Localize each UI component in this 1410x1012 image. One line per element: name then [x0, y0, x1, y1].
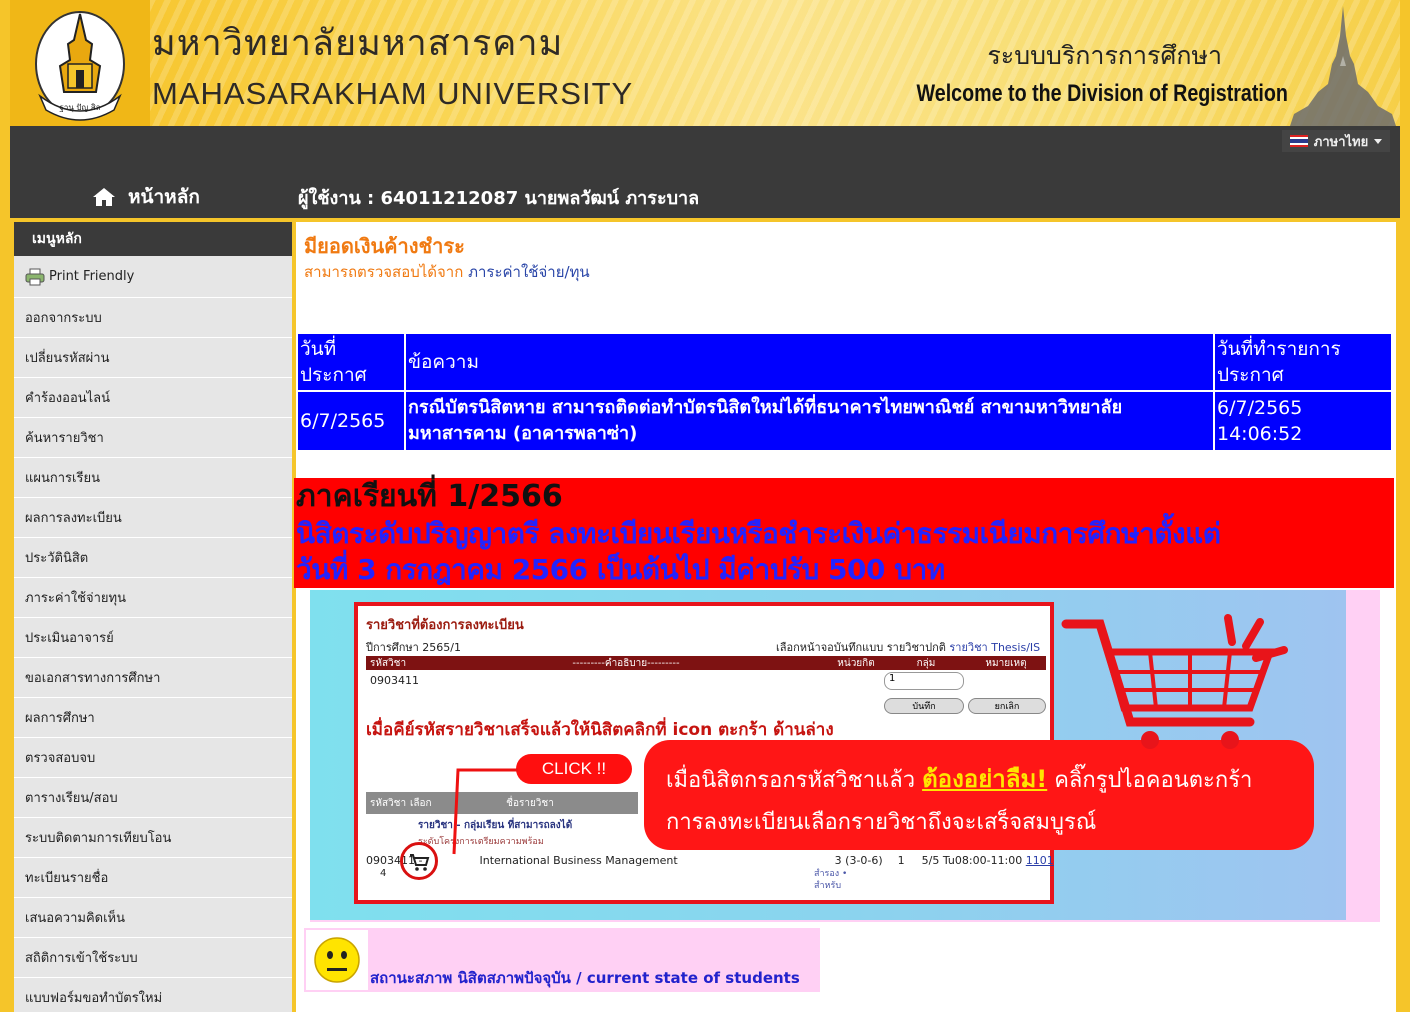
sidebar-item-expenses[interactable]: ภาระค่าใช้จ่ายทุน — [14, 578, 292, 618]
sidebar-item-timetable[interactable]: ตารางเรียน/สอบ — [14, 778, 292, 818]
registration-tutorial-image: รายวิชาที่ต้องการลงทะเบียน ปีการศึกษา 25… — [310, 590, 1380, 922]
sidebar-item-label: ค้นหารายวิชา — [25, 431, 104, 446]
home-icon — [93, 188, 115, 206]
col-header-posted: วันที่ทำรายการ ประกาศ — [1213, 332, 1393, 392]
neutral-face-icon — [306, 930, 368, 990]
sidebar-item-label: ออกจากระบบ — [25, 311, 102, 326]
language-label: ภาษาไทย — [1313, 134, 1369, 150]
student-status-box: สถานะสภาพ นิสิตสภาพปัจจุบัน / current st… — [304, 928, 820, 992]
sidebar-item-logout[interactable]: ออกจากระบบ — [14, 298, 292, 338]
outstanding-balance-note: สามารถตรวจสอบได้จาก ภาระค่าใช้จ่าย/ทุน — [304, 260, 590, 284]
tutorial-group-input: 1 — [884, 672, 964, 690]
sidebar-item-label: ประวัตินิสิต — [25, 551, 89, 566]
temple-silhouette-icon — [1288, 6, 1398, 126]
sidebar-item-label: แผนการเรียน — [25, 471, 100, 486]
sidebar-item-label: ภาระค่าใช้จ่ายทุน — [25, 591, 126, 606]
service-name-thai: ระบบบริการการศึกษา — [987, 41, 1222, 70]
sidebar-item-transfer-tracking[interactable]: ระบบติดตามการเทียบโอน — [14, 818, 292, 858]
sidebar-item-label: คำร้องออนไลน์ — [25, 391, 111, 406]
sidebar-item-new-card-form[interactable]: แบบฟอร์มขอทำบัตรใหม่ — [14, 978, 292, 1012]
col-header-message: ข้อความ — [404, 332, 1215, 392]
sidebar-item-label: เสนอความคิดเห็น — [25, 911, 125, 926]
sidebar-menu: เมนูหลัก Print Friendly ออกจากระบบ เปลี่… — [14, 222, 292, 1012]
outstanding-balance-text: สามารถตรวจสอบได้จาก — [304, 263, 464, 281]
sidebar-item-label: ผลการลงทะเบียน — [25, 511, 122, 526]
current-user: ผู้ใช้งาน : 64011212087 นายพลวัฒน์ ภาระบ… — [298, 187, 700, 209]
sidebar-title: เมนูหลัก — [14, 222, 292, 256]
sidebar-item-graduation-check[interactable]: ตรวจสอบจบ — [14, 738, 292, 778]
shopping-cart-icon — [1061, 614, 1288, 749]
sidebar-item-study-plan[interactable]: แผนการเรียน — [14, 458, 292, 498]
sidebar-item-student-profile[interactable]: ประวัตินิสิต — [14, 538, 292, 578]
semester-notice-line: นิสิตระดับปริญญาตรี ลงทะเบียนเรียนหรือชำ… — [296, 517, 1221, 550]
sidebar-item-label: เปลี่ยนรหัสผ่าน — [25, 351, 110, 366]
expenses-link[interactable]: ภาระค่าใช้จ่าย/ทุน — [468, 263, 590, 281]
semester-notice-title: ภาคเรียนที่ 1/2566 — [296, 479, 563, 514]
university-name-english: MAHASARAKHAM UNIVERSITY — [152, 76, 634, 111]
sidebar-item-online-request[interactable]: คำร้องออนไลน์ — [14, 378, 292, 418]
sidebar-item-name-list[interactable]: ทะเบียนรายชื่อ — [14, 858, 292, 898]
tutorial-options: เลือกหน้าจอบันทึกแบบ รายวิชาปกติ รายวิชา… — [776, 641, 1041, 654]
callout-pointer — [452, 768, 518, 855]
student-status-text: สถานะสภาพ นิสิตสภาพปัจจุบัน / current st… — [370, 969, 800, 987]
sidebar-item-label: ตรวจสอบจบ — [25, 751, 96, 766]
svg-text:ฐานุ ปัญ สิล: ฐานุ ปัญ สิล — [59, 103, 100, 112]
sidebar-item-label: ผลการศึกษา — [25, 711, 95, 726]
tutorial-cancel-button: ยกเลิก — [968, 698, 1046, 714]
tutorial-instruction: เมื่อคีย์รหัสรายวิชาเสร็จแล้วให้นิสิตคลิ… — [366, 720, 834, 740]
language-selector[interactable]: ภาษาไทย — [1282, 130, 1390, 152]
sidebar-item-print-friendly[interactable]: Print Friendly — [14, 256, 292, 298]
top-navigation-bar: ภาษาไทย หน้าหลัก ผู้ใช้งาน : 64011212087… — [10, 126, 1400, 218]
announcement-message: กรณีบัตรนิสิตหาย สามารถติดต่อทำบัตรนิสิต… — [404, 390, 1215, 452]
nav-row: หน้าหลัก ผู้ใช้งาน : 64011212087 นายพลวั… — [10, 176, 1400, 218]
service-welcome-english: Welcome to the Division of Registration — [916, 80, 1288, 107]
cart-icon — [410, 854, 430, 871]
reminder-bubble: เมื่อนิสิตกรอกรหัสวิชาแล้ว ต้องอย่าลืม! … — [644, 740, 1314, 850]
tutorial-reserved: สำรอง • สำหรับ — [814, 869, 848, 891]
cart-highlight-circle — [400, 842, 438, 880]
home-label: หน้าหลัก — [128, 186, 200, 208]
header-banner: ฐานุ ปัญ สิล มหาวิทยาลัยมหาสารคาม MAHASA… — [10, 0, 1400, 126]
sidebar-item-registration-result[interactable]: ผลการลงทะเบียน — [14, 498, 292, 538]
main-content: มียอดเงินค้างชำระ สามารถตรวจสอบได้จาก ภา… — [294, 222, 1396, 1012]
sidebar-item-search-course[interactable]: ค้นหารายวิชา — [14, 418, 292, 458]
sidebar-item-label: ขอเอกสารทางการศึกษา — [25, 671, 161, 686]
sidebar-item-feedback[interactable]: เสนอความคิดเห็น — [14, 898, 292, 938]
home-link[interactable]: หน้าหลัก — [92, 182, 200, 212]
outstanding-balance-title: มียอดเงินค้างชำระ — [304, 234, 465, 258]
sidebar-item-change-password[interactable]: เปลี่ยนรหัสผ่าน — [14, 338, 292, 378]
sidebar-item-label: ประเมินอาจารย์ — [25, 631, 114, 646]
announcement-header-row: วันที่ ประกาศ ข้อความ วันที่ทำรายการ ประ… — [296, 332, 1393, 392]
sidebar-item-evaluate-teacher[interactable]: ประเมินอาจารย์ — [14, 618, 292, 658]
sidebar-item-request-documents[interactable]: ขอเอกสารทางการศึกษา — [14, 658, 292, 698]
tutorial-save-button: บันทึก — [884, 698, 964, 714]
semester-notice-fine: วันที่ 3 กรกฎาคม 2566 เป็นต้นไป มีค่าปรั… — [296, 553, 945, 586]
table-row: 6/7/2565 กรณีบัตรนิสิตหาย สามารถติดต่อทำ… — [296, 390, 1393, 452]
announcement-date: 6/7/2565 — [296, 390, 406, 452]
sidebar-item-label: Print Friendly — [49, 269, 135, 284]
sidebar-item-label: ตารางเรียน/สอบ — [25, 791, 118, 806]
click-callout: CLICK !! — [516, 754, 632, 784]
sidebar-item-grades[interactable]: ผลการศึกษา — [14, 698, 292, 738]
sidebar-item-label: แบบฟอร์มขอทำบัตรใหม่ — [25, 991, 163, 1006]
chevron-down-icon — [1374, 138, 1383, 144]
tutorial-section: 4 — [380, 868, 387, 879]
thai-flag-icon — [1289, 135, 1308, 147]
page: ฐานุ ปัญ สิล มหาวิทยาลัยมหาสารคาม MAHASA… — [0, 0, 1410, 1012]
announcement-posted: 6/7/2565 14:06:52 — [1213, 390, 1393, 452]
sidebar-item-usage-stats[interactable]: สถิติการเข้าใช้ระบบ — [14, 938, 292, 978]
semester-notice-banner: ภาคเรียนที่ 1/2566 นิสิตระดับปริญญาตรี ล… — [294, 478, 1394, 588]
tutorial-table-header: รหัสวิชา ---------คำอธิบาย--------- หน่ว… — [366, 656, 1046, 670]
sidebar-item-label: ระบบติดตามการเทียบโอน — [25, 831, 172, 846]
university-logo: ฐานุ ปัญ สิล — [10, 0, 150, 126]
tutorial-course-code: 0903411 — [370, 674, 419, 687]
printer-icon — [25, 268, 45, 285]
col-header-date: วันที่ ประกาศ — [296, 332, 406, 392]
announcement-table: วันที่ ประกาศ ข้อความ วันที่ทำรายการ ประ… — [296, 332, 1393, 452]
sidebar-item-label: ทะเบียนรายชื่อ — [25, 871, 109, 886]
tutorial-title: รายวิชาที่ต้องการลงทะเบียน — [366, 618, 524, 633]
tutorial-year: ปีการศึกษา 2565/1 — [366, 641, 461, 654]
sidebar-item-label: สถิติการเข้าใช้ระบบ — [25, 951, 138, 966]
university-name-thai: มหาวิทยาลัยมหาสารคาม — [152, 23, 564, 64]
